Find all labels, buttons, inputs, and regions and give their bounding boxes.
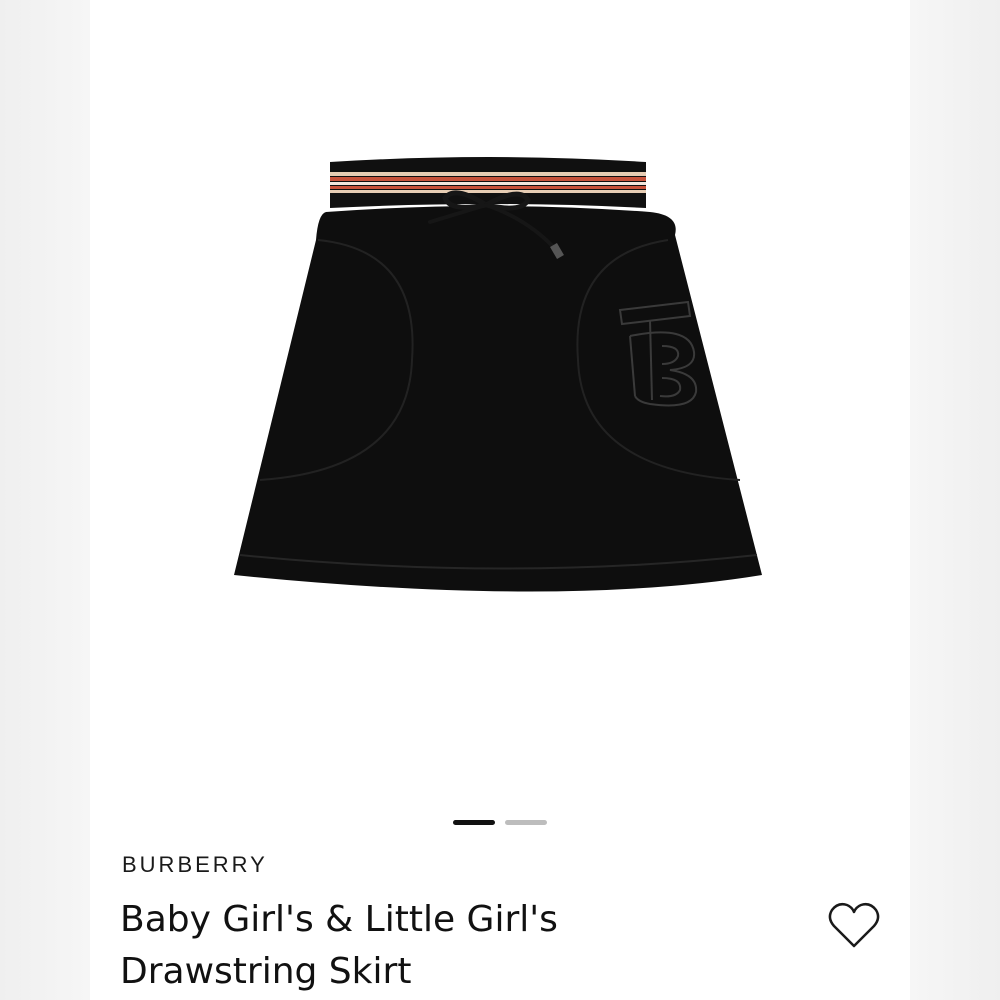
- product-title: Baby Girl's & Little Girl's Drawstring S…: [120, 899, 558, 992]
- product-card: BURBERRY Baby Girl's & Little Girl's Dra…: [90, 0, 910, 1000]
- skirt-illustration: [234, 157, 762, 592]
- page: BURBERRY Baby Girl's & Little Girl's Dra…: [0, 0, 1000, 1000]
- product-image[interactable]: [90, 0, 910, 800]
- heart-outline-icon: [828, 902, 880, 948]
- brand-name[interactable]: BURBERRY: [122, 852, 268, 878]
- right-gutter: [910, 0, 1000, 1000]
- skirt-body: [234, 206, 762, 592]
- carousel-dot-2[interactable]: [505, 820, 547, 825]
- carousel-dot-1[interactable]: [453, 820, 495, 825]
- carousel-indicator: [90, 818, 910, 828]
- wishlist-button[interactable]: [824, 896, 884, 956]
- waistband: [330, 157, 646, 208]
- left-gutter: [0, 0, 90, 1000]
